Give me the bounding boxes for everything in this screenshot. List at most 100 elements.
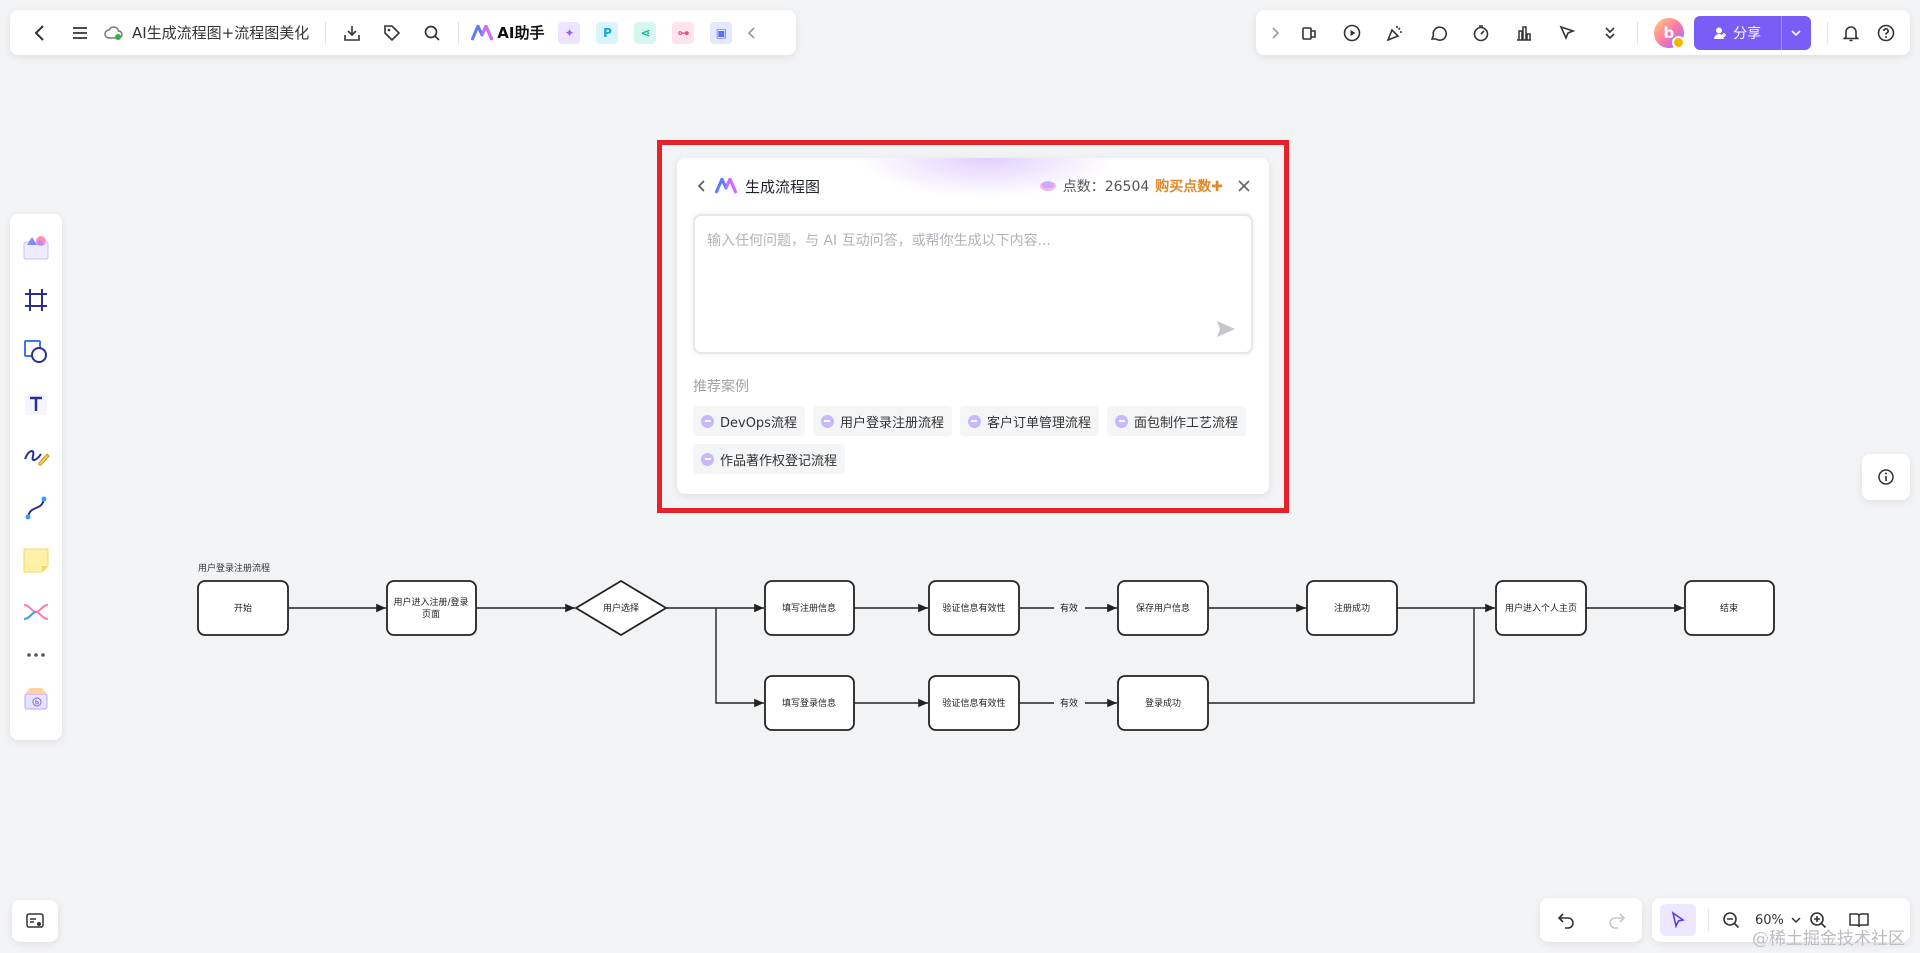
ai-assistant-label: AI助手 [497, 24, 545, 42]
redo-icon[interactable] [1607, 910, 1627, 930]
more-tools-icon[interactable] [14, 638, 58, 672]
points-balance: 点数：26504 [1062, 179, 1150, 195]
node-end [1684, 580, 1775, 636]
label-home: 用户进入个人主页 [1505, 602, 1577, 614]
label-valid-2: 有效 [1060, 697, 1078, 709]
vote-icon[interactable] [1502, 15, 1545, 51]
ai-chat-icon[interactable]: ▣ [710, 21, 733, 44]
celebrate-icon[interactable] [1373, 15, 1416, 51]
label-choice: 用户选择 [603, 602, 639, 614]
coin-icon [1039, 181, 1056, 191]
example-chip[interactable]: 客户订单管理流程 [959, 406, 1099, 436]
back-icon[interactable] [695, 179, 709, 193]
svg-text:b: b [35, 700, 40, 707]
pen-icon[interactable] [14, 430, 58, 482]
undo-icon[interactable] [1556, 910, 1576, 930]
ai-mindmap-icon[interactable]: ⋖ [634, 21, 657, 44]
document-title[interactable]: AI生成流程图+流程图美化 [132, 22, 309, 43]
label-valid-1: 有效 [1060, 602, 1078, 614]
label-enter: 用户进入注册/登录 [393, 596, 468, 608]
label-start: 开始 [234, 602, 252, 614]
label-verify2: 验证信息有效性 [942, 697, 1005, 709]
chip-label: 用户登录注册流程 [839, 415, 944, 431]
select-tool-icon[interactable] [1660, 904, 1696, 936]
avatar[interactable]: b [1654, 17, 1685, 49]
info-button[interactable] [1862, 454, 1910, 500]
node-verify1 [928, 580, 1020, 636]
connector-icon[interactable] [14, 482, 58, 534]
share-button[interactable]: 分享 [1693, 15, 1811, 50]
search-icon[interactable] [412, 15, 452, 51]
chip-icon [820, 414, 834, 428]
more-down-icon[interactable] [1588, 15, 1631, 51]
divider [458, 21, 460, 44]
node-save [1117, 580, 1209, 636]
present-icon[interactable] [1287, 15, 1330, 51]
tag-icon[interactable] [372, 15, 412, 51]
divider [1637, 21, 1639, 44]
example-chip[interactable]: 作品著作权登记流程 [693, 444, 846, 474]
menu-icon[interactable] [60, 15, 100, 51]
minimap-button[interactable] [12, 900, 58, 942]
example-chip[interactable]: 用户登录注册流程 [812, 406, 952, 436]
expand-right-icon[interactable] [1262, 15, 1287, 51]
plus-icon: ✚ [1211, 179, 1223, 195]
chip-icon [1115, 414, 1128, 428]
zoom-out-icon[interactable] [1721, 910, 1741, 930]
close-icon[interactable] [1237, 179, 1251, 193]
shape-icon[interactable] [14, 326, 58, 378]
laser-pointer-icon[interactable] [1545, 15, 1588, 51]
label-fill-reg: 填写注册信息 [782, 602, 836, 614]
node-verify2 [928, 675, 1020, 731]
top-right-toolbar: b 分享 [1256, 10, 1910, 55]
buy-points-link[interactable]: 购买点数✚ [1155, 176, 1223, 196]
mindmap-icon[interactable] [14, 586, 58, 638]
ai-logo-icon [471, 24, 494, 41]
ai-flowchart-icon[interactable]: ⊶ [672, 21, 695, 44]
download-icon[interactable] [332, 15, 372, 51]
top-left-toolbar: AI生成流程图+流程图美化 AI助手 ✦ P ⋖ ⊶ ▣ [10, 10, 796, 55]
send-icon[interactable] [1215, 318, 1237, 340]
plugin-box-icon[interactable]: b [14, 672, 58, 724]
back-icon[interactable] [20, 15, 60, 51]
node-choice [574, 579, 668, 637]
cloud-saved-icon [100, 15, 128, 51]
chip-label: 客户订单管理流程 [986, 415, 1091, 431]
prompt-input[interactable]: 输入任何问题，与 AI 互动问答，或帮你生成以下内容... [693, 214, 1253, 354]
chip-icon [967, 414, 981, 428]
ai-generate-flowchart-dialog: 生成流程图 点数：26504 购买点数✚ 输入任何问题，与 AI 互动问答，或帮… [677, 158, 1269, 494]
label-enter-2: 页面 [422, 609, 440, 620]
label-end: 结束 [1720, 602, 1738, 614]
frame-icon[interactable] [14, 274, 58, 326]
sticky-note-icon[interactable] [14, 534, 58, 586]
example-chip[interactable]: 面包制作工艺流程 [1107, 406, 1247, 436]
help-icon[interactable] [1869, 15, 1904, 51]
chip-icon [701, 452, 714, 466]
ai-assistant-button[interactable]: AI助手 [465, 22, 550, 43]
play-icon[interactable] [1330, 15, 1373, 51]
ai-logo-icon [715, 178, 737, 194]
divider [1708, 909, 1709, 931]
chip-label: 面包制作工艺流程 [1134, 415, 1239, 431]
comment-icon[interactable] [1416, 15, 1459, 51]
chip-label: 作品著作权登记流程 [720, 453, 838, 469]
ai-ppt-icon[interactable]: P [596, 21, 619, 44]
divider [1826, 21, 1828, 44]
text-icon[interactable] [14, 378, 58, 430]
undo-redo-bar [1540, 898, 1642, 942]
node-fill-reg [764, 580, 855, 636]
minimap-icon [26, 913, 44, 928]
buy-points-label: 购买点数 [1155, 179, 1212, 195]
timer-icon[interactable] [1459, 15, 1502, 51]
flowchart-title: 用户登录注册流程 [198, 564, 271, 574]
collapse-left-icon[interactable] [740, 15, 764, 51]
share-dropdown-icon[interactable] [1780, 15, 1811, 50]
example-chip[interactable]: DevOps流程 [693, 406, 805, 436]
label-verify1: 验证信息有效性 [942, 602, 1005, 614]
label-reg-ok: 注册成功 [1334, 602, 1370, 614]
template-library-icon[interactable] [14, 222, 58, 274]
prompt-placeholder: 输入任何问题，与 AI 互动问答，或帮你生成以下内容... [707, 233, 1051, 249]
share-user-icon [1714, 27, 1727, 39]
bell-icon[interactable] [1834, 15, 1869, 51]
ai-image-icon[interactable]: ✦ [558, 21, 581, 44]
